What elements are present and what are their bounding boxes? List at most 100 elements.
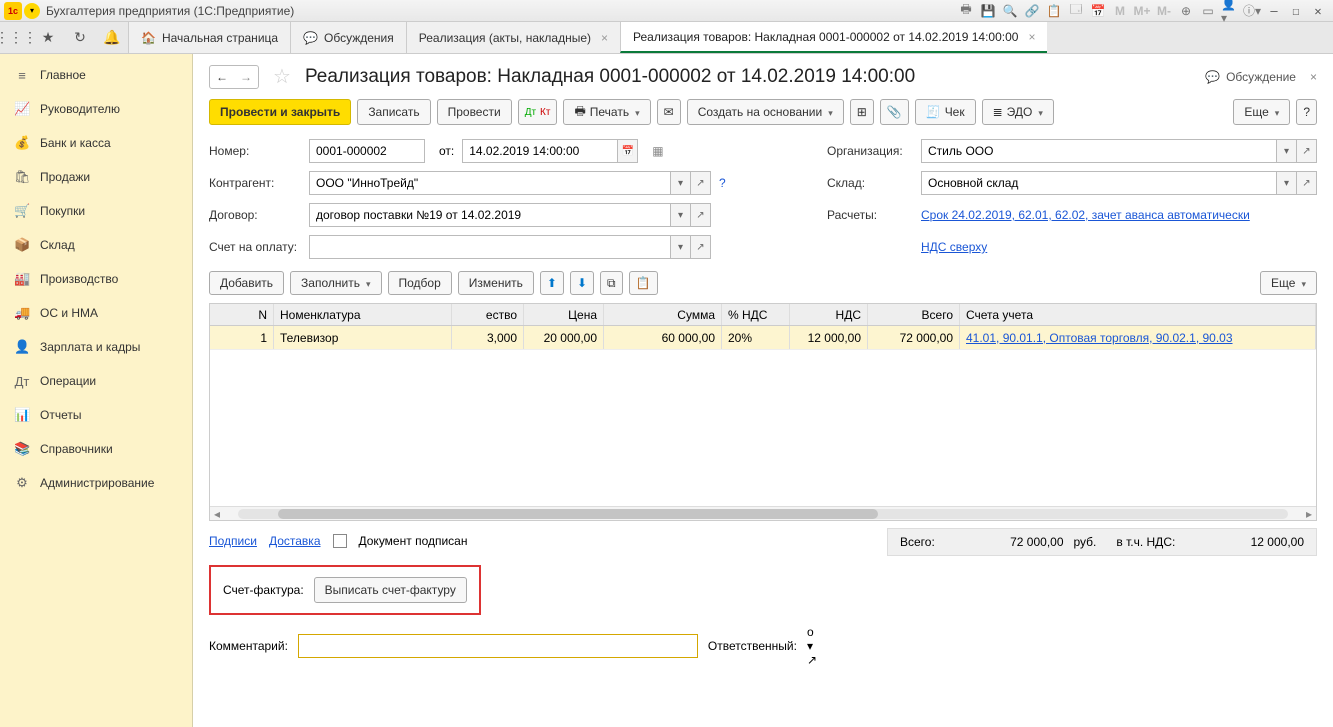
apps-icon[interactable]: ⋮⋮⋮ (0, 22, 32, 53)
link-icon[interactable]: 🔗 (1023, 2, 1041, 20)
col-sum[interactable]: Сумма (604, 304, 722, 325)
warehouse-input[interactable]: Основной склад (921, 171, 1277, 195)
sidebar-item[interactable]: ⚙Администрирование (0, 466, 192, 500)
calendar-icon[interactable]: 📅 (618, 139, 638, 163)
sidebar-item[interactable]: 👤Зарплата и кадры (0, 330, 192, 364)
bell-icon[interactable]: 🔔 (96, 22, 128, 53)
delivery-link[interactable]: Доставка (269, 534, 321, 548)
signatures-link[interactable]: Подписи (209, 534, 257, 548)
history-icon[interactable]: ↻ (64, 22, 96, 53)
move-down-button[interactable]: ⬇ (570, 271, 594, 295)
number-input[interactable]: 0001-000002 (309, 139, 425, 163)
print-button[interactable]: 🖶Печать (563, 99, 650, 125)
help-button[interactable]: ? (1296, 99, 1317, 125)
table-row[interactable]: 1Телевизор3,00020 000,0060 000,0020%12 0… (210, 326, 1316, 350)
contragent-input[interactable]: ООО "ИнноТрейд" (309, 171, 671, 195)
dropdown-icon[interactable]: ▾ (671, 171, 691, 195)
select-button[interactable]: Подбор (388, 271, 452, 295)
mail-button[interactable]: ✉ (657, 99, 681, 125)
post-and-close-button[interactable]: Провести и закрыть (209, 99, 351, 125)
open-icon[interactable]: ↗ (691, 203, 711, 227)
m-icon[interactable]: M (1111, 2, 1129, 20)
save-button[interactable]: Записать (357, 99, 430, 125)
accounts-link[interactable]: 41.01, 90.01.1, Оптовая торговля, 90.02.… (966, 331, 1233, 345)
attach-button[interactable]: 📎 (880, 99, 909, 125)
search-icon[interactable]: 🔍 (1001, 2, 1019, 20)
tab-home[interactable]: 🏠Начальная страница (128, 22, 290, 53)
sidebar-item[interactable]: 🛍Продажи (0, 160, 192, 194)
doc-signed-checkbox[interactable] (333, 534, 347, 548)
col-nom[interactable]: Номенклатура (274, 304, 452, 325)
more-button[interactable]: Еще (1233, 99, 1290, 125)
close-icon[interactable]: × (1310, 70, 1317, 84)
zoom-in-icon[interactable]: ⊕ (1177, 2, 1195, 20)
calc-icon[interactable]: 🗔 (1067, 2, 1085, 20)
favorite-star-icon[interactable]: ☆ (273, 64, 291, 89)
open-icon[interactable]: ↗ (691, 235, 711, 259)
info-icon[interactable]: ⓘ▾ (1243, 2, 1261, 20)
add-row-button[interactable]: Добавить (209, 271, 284, 295)
comment-input[interactable] (298, 634, 698, 658)
invoice-input[interactable] (309, 235, 671, 259)
sidebar-item[interactable]: 🛒Покупки (0, 194, 192, 228)
check-button[interactable]: 🧾Чек (915, 99, 976, 125)
open-icon[interactable]: ↗ (1297, 139, 1317, 163)
responsible-input[interactable]: о (807, 625, 1317, 639)
open-icon[interactable]: ↗ (1297, 171, 1317, 195)
copy-icon[interactable]: 📋 (1045, 2, 1063, 20)
create-based-button[interactable]: Создать на основании (687, 99, 844, 125)
open-icon[interactable]: ↗ (691, 171, 711, 195)
contract-input[interactable]: договор поставки №19 от 14.02.2019 (309, 203, 671, 227)
structure-button[interactable]: ⊞ (850, 99, 874, 125)
vat-mode-link[interactable]: НДС сверху (921, 240, 1317, 254)
dropdown-icon[interactable]: ▾ (807, 639, 1317, 653)
dropdown-icon[interactable]: ▾ (671, 235, 691, 259)
save-icon[interactable]: 💾 (979, 2, 997, 20)
calendar-icon[interactable]: 📅 (1089, 2, 1107, 20)
col-qty[interactable]: ество (452, 304, 524, 325)
sidebar-item[interactable]: 📊Отчеты (0, 398, 192, 432)
minimize-icon[interactable]: — (1265, 2, 1283, 20)
post-button[interactable]: Провести (437, 99, 512, 125)
col-n[interactable]: N (210, 304, 274, 325)
m-minus-icon[interactable]: M- (1155, 2, 1173, 20)
col-total[interactable]: Всего (868, 304, 960, 325)
calc-link[interactable]: Срок 24.02.2019, 62.01, 62.02, зачет ава… (921, 208, 1317, 222)
sidebar-item[interactable]: ДтОперации (0, 364, 192, 398)
discussion-link[interactable]: 💬 Обсуждение × (1205, 70, 1317, 84)
tab-current-doc[interactable]: Реализация товаров: Накладная 0001-00000… (620, 22, 1047, 53)
tab-realization-list[interactable]: Реализация (акты, накладные)× (406, 22, 620, 53)
col-price[interactable]: Цена (524, 304, 604, 325)
dropdown-icon[interactable]: ▾ (671, 203, 691, 227)
dtkt-button[interactable]: ДтКт (518, 99, 558, 125)
dropdown-icon[interactable]: ▾ (1277, 139, 1297, 163)
col-acc[interactable]: Счета учета (960, 304, 1316, 325)
edo-button[interactable]: ≣ЭДО (982, 99, 1054, 125)
col-vatp[interactable]: % НДС (722, 304, 790, 325)
col-vat[interactable]: НДС (790, 304, 868, 325)
dropdown-icon[interactable]: ▾ (24, 3, 40, 19)
help-icon[interactable]: ? (719, 176, 726, 190)
m-plus-icon[interactable]: M+ (1133, 2, 1151, 20)
copy-rows-button[interactable]: ⧉ (600, 271, 623, 295)
change-button[interactable]: Изменить (458, 271, 534, 295)
table-more-button[interactable]: Еще (1260, 271, 1317, 295)
open-icon[interactable]: ↗ (807, 653, 1317, 667)
back-icon[interactable]: ← (210, 66, 234, 88)
sidebar-item[interactable]: 📈Руководителю (0, 92, 192, 126)
forward-icon[interactable]: → (234, 66, 258, 88)
issue-invoice-button[interactable]: Выписать счет-фактуру (314, 577, 467, 603)
sidebar-item[interactable]: ≡Главное (0, 58, 192, 92)
close-icon[interactable]: ✕ (1309, 2, 1327, 20)
close-icon[interactable]: × (601, 31, 608, 45)
list-icon[interactable]: ▦ (652, 144, 663, 158)
sidebar-item[interactable]: 🏭Производство (0, 262, 192, 296)
close-icon[interactable]: × (1028, 30, 1035, 44)
star-icon[interactable]: ★ (32, 22, 64, 53)
maximize-icon[interactable]: ☐ (1287, 2, 1305, 20)
sidebar-item[interactable]: 🚚ОС и НМА (0, 296, 192, 330)
sidebar-item[interactable]: 📚Справочники (0, 432, 192, 466)
tab-discussions[interactable]: 💬Обсуждения (290, 22, 406, 53)
horizontal-scrollbar[interactable]: ◂ ▸ (210, 506, 1316, 520)
page-icon[interactable]: ▭ (1199, 2, 1217, 20)
